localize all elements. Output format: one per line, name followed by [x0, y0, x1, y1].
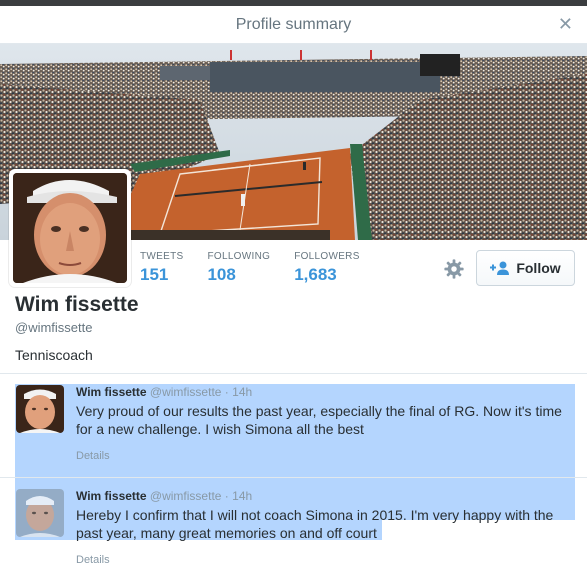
- profile-avatar[interactable]: [9, 169, 131, 287]
- stat-following[interactable]: FOLLOWING 108: [207, 251, 270, 285]
- stat-label: TWEETS: [140, 251, 184, 262]
- section-divider: [0, 373, 587, 374]
- tweet-author-handle[interactable]: @wimfissette: [150, 489, 222, 503]
- profile-name[interactable]: Wim fissette: [15, 293, 139, 317]
- tweet-header: Wim fissette @wimfissette · 14h: [76, 489, 252, 503]
- tweet-avatar[interactable]: [16, 489, 64, 537]
- stat-followers[interactable]: FOLLOWERS 1,683: [294, 251, 360, 285]
- stat-tweets[interactable]: TWEETS 151: [140, 251, 183, 285]
- tweet-avatar-photo: [16, 385, 64, 433]
- avatar-photo: [13, 173, 127, 283]
- profile-stats: TWEETS 151 FOLLOWING 108 FOLLOWERS 1,683: [140, 251, 384, 285]
- tweet-avatar-photo: [16, 489, 64, 537]
- tweet-timestamp[interactable]: 14h: [232, 489, 252, 503]
- modal-header: Profile summary ✕: [0, 6, 587, 44]
- tweet-author-handle[interactable]: @wimfissette: [150, 385, 222, 399]
- tweet-separator: ·: [224, 385, 229, 399]
- stat-value: 1,683: [294, 265, 337, 284]
- profile-handle[interactable]: @wimfissette: [15, 320, 93, 335]
- tweet-text-line: Very proud of our results the past year,…: [76, 403, 562, 419]
- tweet-text-line: Hereby I confirm that I will not coach S…: [76, 507, 554, 523]
- gear-icon[interactable]: [443, 258, 465, 280]
- stat-value: 151: [140, 265, 169, 284]
- tweet-details-link[interactable]: Details: [76, 450, 110, 462]
- tweet-avatar[interactable]: [16, 385, 64, 433]
- follow-button[interactable]: Follow: [476, 250, 575, 286]
- profile-bio: Tenniscoach: [15, 347, 93, 363]
- close-icon[interactable]: ✕: [558, 15, 573, 33]
- stat-label: FOLLOWERS: [294, 251, 360, 262]
- stat-value: 108: [207, 265, 236, 284]
- tweet-author-name[interactable]: Wim fissette: [76, 385, 147, 399]
- tweet-text-line: for a new challenge. I wish Simona all t…: [76, 421, 364, 437]
- follow-label: Follow: [516, 260, 561, 276]
- tweet-details-link[interactable]: Details: [76, 554, 110, 566]
- add-person-icon: [490, 261, 510, 275]
- modal-title: Profile summary: [235, 16, 352, 33]
- tweet-header: Wim fissette @wimfissette · 14h: [76, 385, 252, 399]
- tweet-author-name[interactable]: Wim fissette: [76, 489, 147, 503]
- stat-label: FOLLOWING: [207, 251, 271, 262]
- tweet-separator: ·: [224, 489, 229, 503]
- tweet-timestamp[interactable]: 14h: [232, 385, 252, 399]
- tweet-text-line: past year, many great memories on and of…: [76, 525, 377, 541]
